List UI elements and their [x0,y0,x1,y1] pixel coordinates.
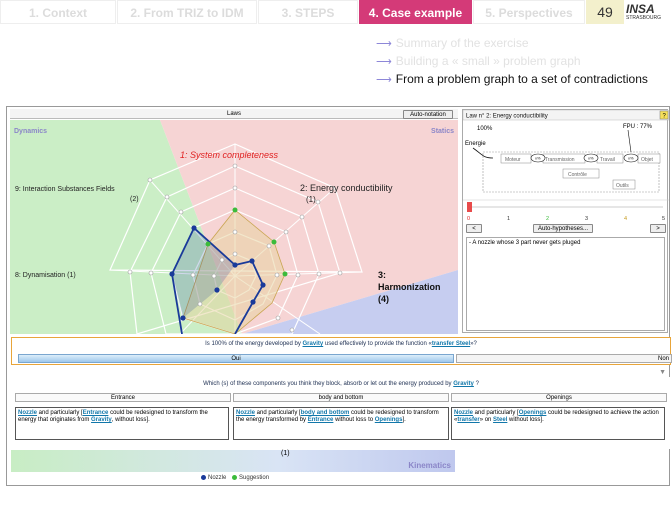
svg-text:Outils: Outils [616,183,629,189]
svg-text:(2): (2) [130,196,139,203]
svg-text:2: 2 [546,216,549,222]
svg-text:Moteur: Moteur [505,157,521,163]
auto-notation-button[interactable]: Auto-notation [403,110,453,119]
page-number: 49 [586,0,624,24]
column-openings: Openings [451,393,667,402]
svg-text:Travail: Travail [600,157,615,163]
scroll-down-icon[interactable]: ▼ [659,369,666,376]
energy-question: Is 100% of the energy developed by Gravi… [205,341,477,347]
outline-item-contradictions: ⟶ From a problem graph to a set of contra… [376,72,648,86]
svg-text:5: 5 [662,216,665,222]
svg-text:x%: x% [588,156,594,161]
svg-text:0: 0 [467,216,470,222]
arrow-icon: ⟶ [376,38,392,50]
prev-button[interactable]: < [466,224,482,233]
laws-header: Laws [10,109,458,119]
svg-text:Contrôle: Contrôle [568,172,587,178]
tool-window: Laws Auto-notation Dynamics Statics 1: S… [6,106,672,486]
laws-radar-chart[interactable]: Dynamics Statics 1: System completeness … [10,120,458,334]
non-answer-button[interactable]: Non [456,354,672,363]
hypothesis-item[interactable]: - A nozzle whose 3 part never gets pluge… [469,240,580,246]
components-question: Which (s) of these components you think … [203,381,479,387]
oui-answer-button[interactable]: Oui [18,354,454,363]
svg-text:(4): (4) [378,294,389,304]
tab-perspectives[interactable]: 5. Perspectives [473,0,585,24]
tab-case-example[interactable]: 4. Case example [359,0,472,24]
kinematics-zone-strip: (1) Kinematics [11,450,455,472]
suggestion-dot-icon [232,475,238,480]
outline-item-graph: ⟶ Building a « small » problem graph [376,54,581,68]
law-9-label[interactable]: 9: Interaction Substances Fields [15,186,115,193]
arrow-icon: ⟶ [376,74,392,86]
hypothesis-card-entrance[interactable]: Nozzle and particularly [Entrance could … [15,407,229,440]
top-navigation: 1. Context 2. From TRIZ to IDM 3. STEPS … [0,0,672,26]
tab-context[interactable]: 1. Context [0,0,116,24]
law-detail-title: Law n° 2: Energy conductibility [466,114,548,120]
column-entrance: Entrance [15,393,231,402]
hypothesis-list[interactable]: - A nozzle whose 3 part never gets pluge… [466,237,665,331]
svg-text:x%: x% [628,156,634,161]
svg-text:100%: 100% [477,126,493,132]
next-button[interactable]: > [650,224,666,233]
svg-text:3: 3 [585,216,588,222]
components-question-panel: Which (s) of these components you think … [11,377,671,449]
law-8-label[interactable]: 8: Dynamisation (1) [15,272,76,279]
arrow-icon: ⟶ [376,56,392,68]
svg-text:4: 4 [624,216,627,222]
energy-question-panel: Is 100% of the energy developed by Gravi… [11,337,672,365]
auto-hypotheses-button[interactable]: Auto-hypotheses... [533,224,593,233]
tab-triz-to-idm[interactable]: 2. From TRIZ to IDM [117,0,257,24]
svg-text:x%: x% [535,156,541,161]
svg-text:Transmission: Transmission [545,157,575,163]
tab-steps[interactable]: 3. STEPS [258,0,358,24]
level-slider-thumb[interactable] [467,202,472,212]
law-1-label[interactable]: 1: System completeness [180,150,279,160]
svg-text:Objet: Objet [641,157,654,163]
svg-text:Harmonization: Harmonization [378,282,441,292]
statics-label: Statics [431,128,454,135]
svg-text:1: 1 [507,216,510,222]
svg-text:Energie: Energie [465,141,486,147]
hypothesis-card-openings[interactable]: Nozzle and particularly [Openings could … [451,407,665,440]
outline-item-summary: ⟶ Summary of the exercise [376,36,529,50]
column-body-bottom: body and bottom [233,393,449,402]
insa-logo: INSA STRASBOURG [626,2,662,21]
chart-legend: Nozzle Suggestion [197,475,269,481]
law-2-label[interactable]: 2: Energy conductibility [300,183,393,193]
svg-text:(1): (1) [306,195,316,204]
svg-text:FPU : 77%: FPU : 77% [623,124,653,130]
law-3-label[interactable]: 3: [378,270,386,280]
nozzle-dot-icon [201,475,206,480]
dynamics-label: Dynamics [14,128,47,135]
kinematics-label: Kinematics [408,461,451,470]
law-detail-panel: Law n° 2: Energy conductibility ? 100% E… [462,109,670,333]
hypothesis-card-body[interactable]: Nozzle and particularly [body and bottom… [233,407,449,440]
